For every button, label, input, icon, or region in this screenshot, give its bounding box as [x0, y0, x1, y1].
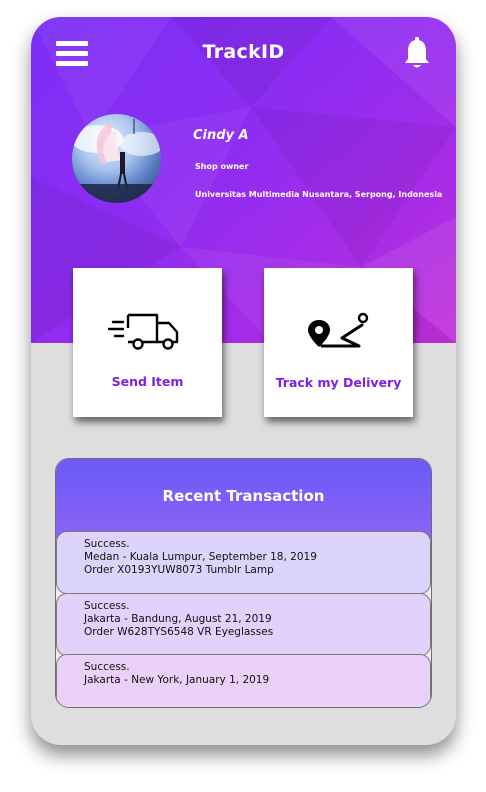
transaction-item[interactable]: Success. Medan - Kuala Lumpur, September…	[56, 531, 431, 594]
transaction-item[interactable]: Success. Jakarta - New York, January 1, …	[56, 654, 431, 707]
send-item-button[interactable]: Send Item	[73, 268, 222, 417]
transaction-item[interactable]: Success. Jakarta - Bandung, August 21, 2…	[56, 593, 431, 656]
app-title: TrackID	[202, 41, 285, 63]
transaction-order: Order X0193YUW8073 Tumblr Lamp	[84, 564, 274, 576]
profile-role: Shop owner	[195, 162, 249, 171]
transaction-route: Medan - Kuala Lumpur, September 18, 2019	[84, 551, 317, 563]
transaction-status: Success.	[84, 600, 130, 612]
phone-screen: TrackID Cindy A Shop owner Universitas M…	[31, 17, 456, 745]
track-delivery-button[interactable]: Track my Delivery	[264, 268, 413, 417]
track-delivery-label: Track my Delivery	[275, 375, 402, 390]
profile-name: Cindy A	[193, 128, 249, 143]
send-item-label: Send Item	[111, 374, 184, 389]
avatar	[72, 114, 161, 203]
profile-location: Universitas Multimedia Nusantara, Serpon…	[195, 190, 443, 199]
recent-transaction-title: Recent Transaction	[162, 487, 325, 505]
transaction-order: Order W628TYS6548 VR Eyeglasses	[84, 626, 274, 638]
delivery-truck-icon	[107, 313, 179, 350]
recent-transaction-header: Recent Transaction	[56, 459, 431, 539]
recent-transaction-panel: Recent Transaction Success. Medan - Kual…	[55, 458, 432, 708]
bell-icon[interactable]	[403, 37, 431, 69]
map-route-icon	[308, 312, 369, 348]
transaction-status: Success.	[84, 538, 130, 550]
transaction-route: Jakarta - Bandung, August 21, 2019	[84, 613, 272, 625]
transaction-route: Jakarta - New York, January 1, 2019	[84, 674, 270, 686]
transaction-status: Success.	[84, 661, 130, 673]
